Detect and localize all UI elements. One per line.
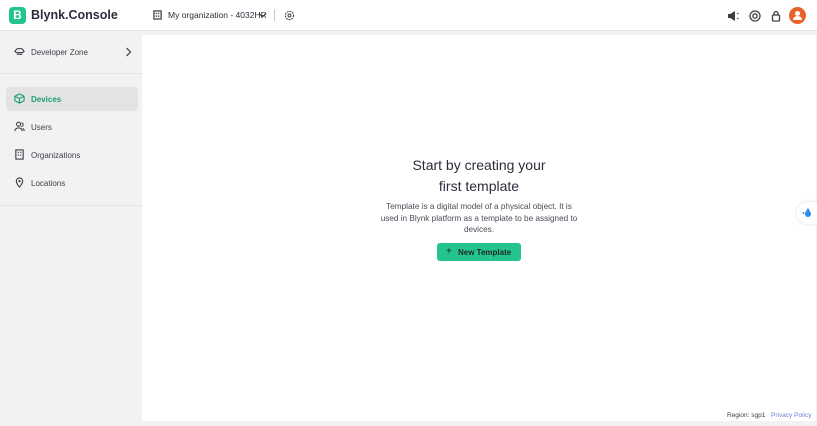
sidebar-item-devices[interactable]: Devices [6, 87, 138, 111]
empty-state-description: Template is a digital model of a physica… [380, 202, 578, 234]
gear-icon[interactable] [284, 10, 295, 21]
organization-selector[interactable]: My organization - 4032HR [168, 10, 267, 20]
sidebar-divider [0, 205, 142, 206]
new-template-label: New Template [458, 248, 512, 257]
sidebar: Developer Zone Devices Users Organizatio… [0, 31, 142, 426]
empty-state-title-line: first template [438, 178, 520, 194]
megaphone-icon[interactable] [727, 10, 739, 22]
plus-icon: + [446, 246, 452, 257]
help-icon[interactable] [749, 10, 761, 22]
blynk-logo-icon[interactable]: B [9, 7, 26, 24]
empty-state-title: Start by creating your first template [142, 155, 816, 197]
user-icon [793, 11, 802, 20]
privacy-policy-link[interactable]: Privacy Policy [771, 412, 811, 419]
cube-icon [14, 93, 25, 104]
empty-state-title-line: Start by creating your [412, 157, 546, 173]
sidebar-item-users[interactable]: Users [6, 115, 138, 139]
top-bar: B Blynk.Console My organization - 4032HR [0, 0, 817, 31]
sidebar-item-label: Users [31, 123, 52, 132]
building-icon [15, 149, 24, 160]
users-icon [14, 121, 25, 132]
separator [274, 9, 275, 21]
chevron-right-icon[interactable] [125, 47, 132, 57]
sidebar-divider [0, 73, 142, 74]
chevron-down-icon[interactable] [258, 11, 267, 19]
sidebar-item-label: Locations [31, 179, 66, 188]
developer-zone-icon [14, 48, 25, 55]
floating-help-widget[interactable] [797, 202, 817, 224]
user-avatar[interactable] [789, 7, 806, 24]
chat-drop-icon [802, 208, 811, 217]
location-pin-icon [15, 177, 24, 188]
lock-icon[interactable] [770, 10, 782, 22]
sidebar-item-locations[interactable]: Locations [6, 171, 138, 195]
region-label: Region: sgp1 [727, 412, 766, 419]
sidebar-item-developer-zone[interactable]: Developer Zone [6, 40, 138, 64]
app-title[interactable]: Blynk.Console [31, 8, 118, 22]
new-template-button[interactable]: + New Template [437, 243, 521, 261]
sidebar-item-organizations[interactable]: Organizations [6, 143, 138, 167]
main-panel: Start by creating your first template Te… [142, 35, 816, 421]
sidebar-item-label: Developer Zone [31, 48, 88, 57]
sidebar-item-label: Organizations [31, 151, 81, 160]
organization-icon [153, 10, 162, 20]
sidebar-item-label: Devices [31, 95, 62, 104]
